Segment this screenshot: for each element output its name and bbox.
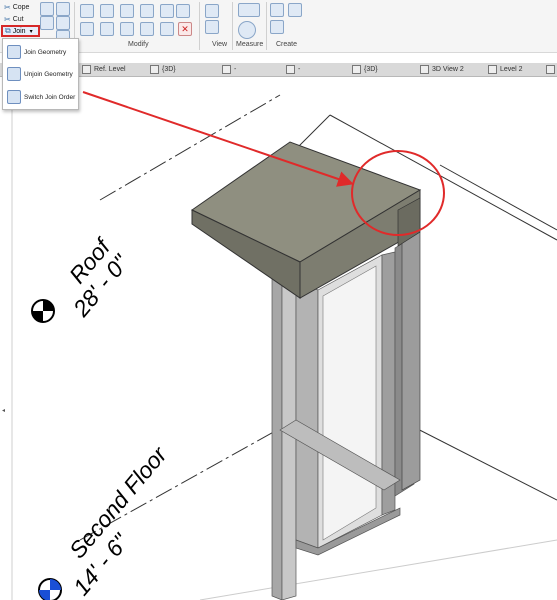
unjoin-geometry-item[interactable]: Unjoin Geometry: [7, 67, 73, 81]
switch-join-order-icon: [7, 90, 21, 104]
second-floor-level-marker: [38, 578, 62, 600]
frame-post: [271, 261, 283, 600]
join-geometry-item[interactable]: Join Geometry: [7, 45, 66, 59]
join-dropdown-menu: Join Geometry Unjoin Geometry Switch Joi…: [2, 38, 79, 110]
glass-panel: [322, 265, 377, 541]
3d-view-canvas[interactable]: Roof 28' - 0" Second Floor 14' - 6" ◂: [0, 0, 557, 600]
switch-join-order-item[interactable]: Switch Join Order: [7, 90, 75, 104]
outline-line: [199, 539, 557, 600]
join-geometry-label: Join Geometry: [24, 48, 67, 56]
join-geometry-icon: [7, 45, 21, 59]
unjoin-geometry-icon: [7, 67, 21, 81]
frame-post: [401, 231, 421, 491]
switch-join-order-label: Switch Join Order: [24, 93, 76, 101]
annotation-arrow: [82, 91, 354, 187]
frame-post: [295, 279, 319, 549]
unjoin-geometry-label: Unjoin Geometry: [24, 70, 73, 78]
canvas-edge-mark: ◂: [2, 408, 5, 414]
roof-level-marker: [31, 299, 55, 323]
outline-line: [439, 164, 557, 231]
outline-line: [399, 419, 557, 501]
